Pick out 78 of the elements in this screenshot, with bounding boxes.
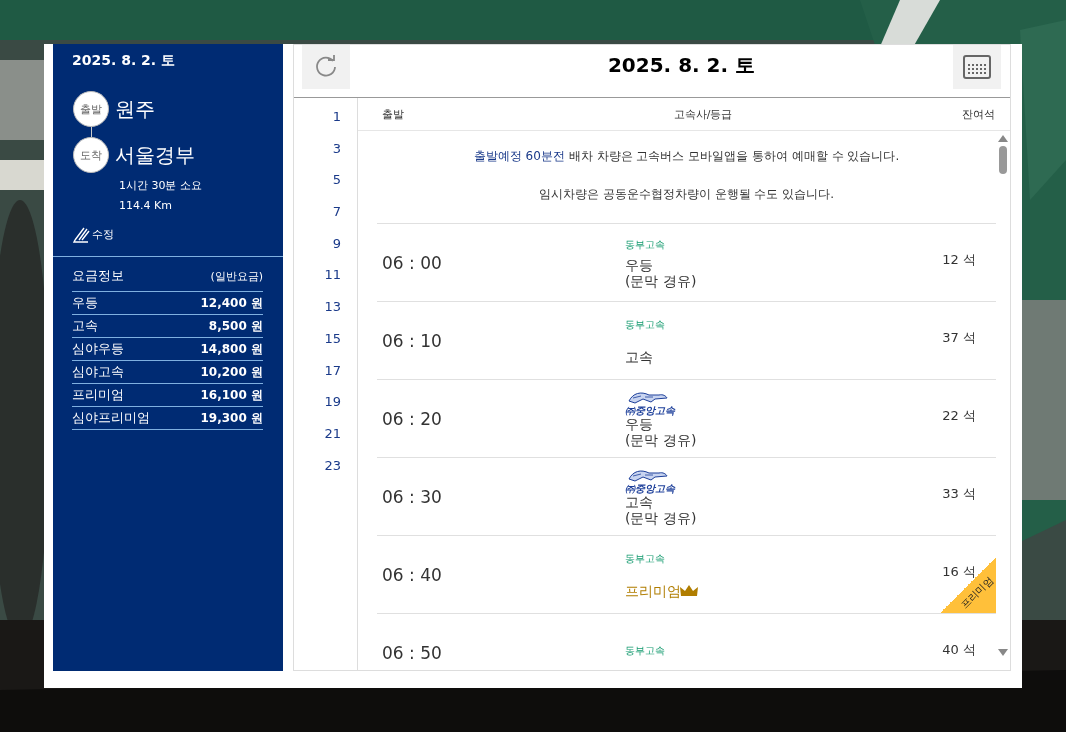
company-name: 동부고속 [625,237,665,252]
fare-grade: 우등 [72,294,98,312]
fare-grade: 심야우등 [72,340,124,358]
hour-link[interactable]: 23 [324,455,357,488]
company-name: ㈜중앙고속 [625,483,675,494]
hour-link[interactable]: 5 [332,170,357,203]
notice-text: 출발예정 60분전 배차 차량은 고속버스 모바일앱을 통하여 예매할 수 있습니다. [472,148,901,165]
fare-price: 16,100 원 [200,386,263,404]
fare-price: 14,800 원 [200,340,263,358]
fare-price: 12,400 원 [200,294,263,312]
schedule-row[interactable]: 06 : 50 동부고속 40 석 [377,614,996,670]
city-name: 서울경부 [115,141,195,169]
crown-icon [679,583,699,598]
company-name: ㈜중앙고속 [625,405,675,416]
bus-grade: 고속 [625,494,653,510]
seats-left: 33 석 [942,484,977,503]
travel-duration: 1시간 30분 소요 [118,179,203,193]
column-header: 출발 [382,106,404,122]
fare-grade: 심야프리미엄 [72,409,150,427]
travel-distance: 114.4 Km [118,199,173,213]
schedule-row[interactable]: 06 : 20 ㈜중앙고속 우등 (문막 경유) 22 석 [377,380,996,458]
leopard-icon [625,389,669,405]
seats-left: 16 석 [942,562,976,579]
company-name: 동부고속 [625,317,665,332]
hour-link[interactable]: 11 [324,265,357,298]
company-name: 동부고속 [625,643,665,658]
bus-grade: 우등 [625,256,653,273]
travel-date: 2025. 8. 2. 토 [71,52,177,70]
refresh-icon [313,54,339,80]
departure-time: 06 : 20 [381,408,443,429]
hour-link[interactable]: 3 [332,138,357,171]
fare-title: 요금정보 [72,267,124,285]
hour-link[interactable]: 1 [332,107,357,139]
hour-link[interactable]: 13 [324,297,357,329]
fare-grade: 심야고속 [72,363,124,381]
hour-link[interactable]: 15 [324,328,357,361]
refresh-button[interactable] [302,45,350,89]
stop-badge: 도착 [73,137,109,173]
column-header: 고속사/등급 [673,106,733,122]
calendar-icon [962,54,992,80]
departure-time: 06 : 50 [381,642,443,663]
schedule-row[interactable]: 06 : 00 동부고속 우등 (문막 경유) 12 석 [377,224,996,302]
seats-left: 12 석 [942,250,977,269]
column-header: 잔여석 [962,106,995,122]
city-name: 원주 [115,95,155,123]
fare-grade: 고속 [72,317,98,335]
edit-link[interactable]: 수정 [53,225,283,243]
leopard-icon [625,467,669,483]
seats-left: 22 석 [942,406,977,425]
fare-price: 8,500 원 [208,317,263,335]
fare-price: 19,300 원 [200,409,263,427]
fare-price: 10,200 원 [200,363,263,381]
schedule-row[interactable]: 06 : 30 ㈜중앙고속 고속 (문막 경유) 33 석 [377,458,996,536]
company-name: 동부고속 [625,551,665,566]
route-via: (문막 경유) [625,432,697,448]
notice-text: 임시차량은 공동운수협정차량이 운행될 수도 있습니다. [537,186,836,203]
departure-time: 06 : 30 [381,486,443,507]
hour-link[interactable]: 17 [324,360,357,393]
bus-grade: 우등 [625,416,653,432]
calendar-button[interactable] [953,45,1001,89]
hour-link[interactable]: 9 [332,233,357,266]
fare-note: (일반요금) [210,268,263,284]
seats-left: 40 석 [942,640,977,659]
hour-link[interactable]: 19 [324,392,357,424]
hour-link[interactable]: 21 [324,423,357,456]
route-via: (문막 경유) [625,510,697,526]
stop-badge: 출발 [73,91,109,127]
seats-left: 37 석 [942,328,977,347]
route-via: (문막 경유) [625,272,697,289]
bus-grade: 프리미엄 [625,582,699,599]
departure-time: 06 : 40 [381,564,443,585]
bus-grade: 고속 [625,348,653,365]
departure-time: 06 : 00 [381,252,443,273]
schedule-row[interactable]: 06 : 10 동부고속 고속 37 석 [377,302,996,380]
departure-time: 06 : 10 [381,330,443,351]
fare-grade: 프리미엄 [72,386,124,404]
schedule-date: 2025. 8. 2. 토 [607,52,756,79]
hour-link[interactable]: 7 [332,202,357,234]
